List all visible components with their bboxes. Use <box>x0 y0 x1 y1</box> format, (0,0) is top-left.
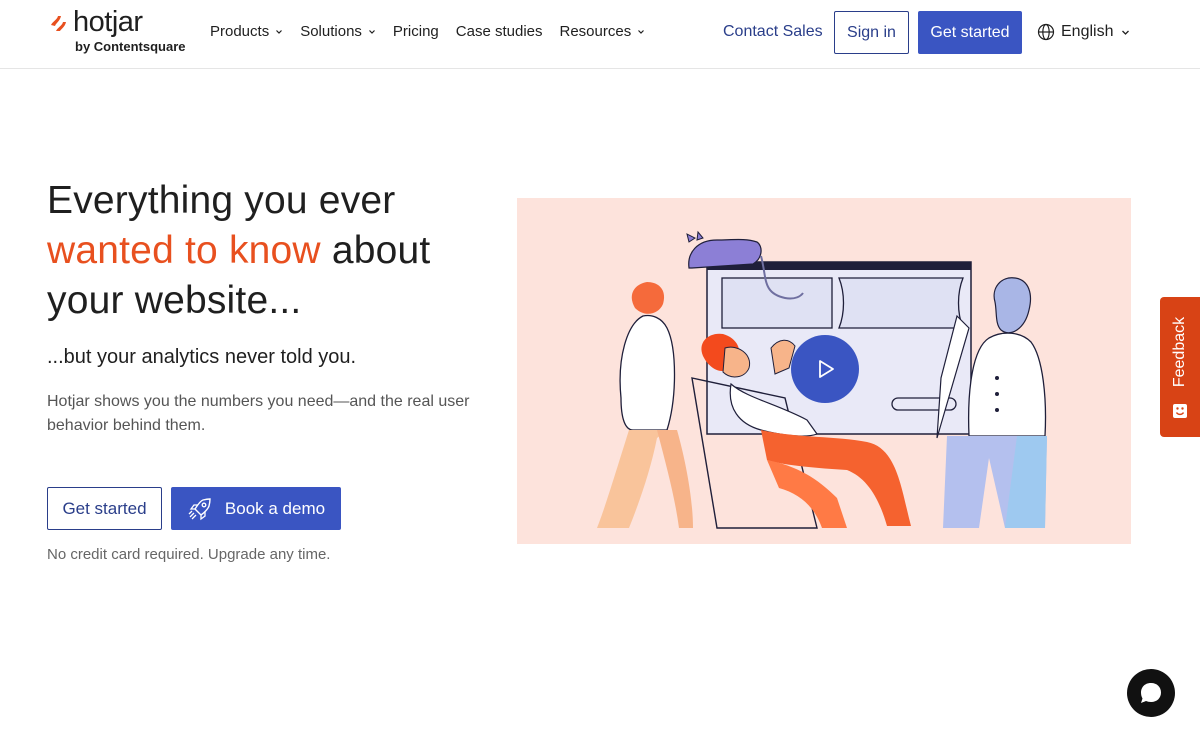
sign-in-button[interactable]: Sign in <box>834 11 909 54</box>
no-credit-card-note: No credit card required. Upgrade any tim… <box>47 546 331 563</box>
smiley-icon <box>1173 404 1187 418</box>
hotjar-flame-icon <box>51 16 66 31</box>
play-video-button[interactable] <box>791 335 859 403</box>
chevron-down-icon <box>276 30 283 34</box>
header-get-started-button[interactable]: Get started <box>918 11 1022 54</box>
hero-title: Everything you ever wanted to know about… <box>47 176 507 326</box>
nav-item-case-studies[interactable]: Case studies <box>456 21 543 43</box>
logo-subtitle: by Contentsquare <box>75 39 186 54</box>
nav-item-resources[interactable]: Resources <box>560 21 646 43</box>
hero-subtitle: ...but your analytics never told you. <box>47 346 357 368</box>
logo-wordmark: hotjar <box>73 6 143 38</box>
chevron-down-icon <box>368 30 375 34</box>
hotjar-logo[interactable]: hotjar by Contentsquare <box>47 6 197 58</box>
hero-title-line1: Everything you ever <box>47 179 396 222</box>
nav-item-pricing[interactable]: Pricing <box>393 21 439 43</box>
contact-sales-link[interactable]: Contact Sales <box>723 21 823 43</box>
language-selector[interactable]: English <box>1037 21 1130 43</box>
hero-get-started-button[interactable]: Get started <box>47 487 162 530</box>
chat-widget-button[interactable] <box>1127 669 1175 717</box>
hero-title-accent: wanted to know <box>47 229 321 272</box>
nav-item-label: Products <box>210 23 270 40</box>
nav-item-solutions[interactable]: Solutions <box>300 21 376 43</box>
hero-illustration <box>517 198 1131 544</box>
chevron-down-icon <box>1122 30 1130 35</box>
rocket-icon <box>188 497 211 520</box>
hero-description: Hotjar shows you the numbers you need—an… <box>47 393 470 434</box>
nav-item-label: Resources <box>559 23 632 40</box>
language-label: English <box>1061 23 1114 40</box>
nav-item-label: Pricing <box>392 23 439 40</box>
globe-icon <box>1037 23 1055 41</box>
site-header: hotjar by Contentsquare Products Solutio… <box>0 0 1200 69</box>
nav-item-products[interactable]: Products <box>210 21 283 43</box>
nav-item-label: Solutions <box>300 23 362 40</box>
feedback-label: Feedback <box>1171 316 1188 388</box>
hero-title-after-accent: about <box>320 229 431 272</box>
chat-bubble-icon <box>1141 683 1161 703</box>
main-nav: Products Solutions Pricing Case studies … <box>210 21 662 43</box>
chevron-down-icon <box>638 30 645 34</box>
nav-item-label: Case studies <box>455 23 543 40</box>
play-icon <box>819 360 834 378</box>
book-demo-label: Book a demo <box>224 498 326 518</box>
hero-title-line3: your website... <box>47 279 302 322</box>
feedback-tab[interactable]: Feedback <box>1160 297 1200 437</box>
book-demo-button[interactable]: Book a demo <box>171 487 341 530</box>
